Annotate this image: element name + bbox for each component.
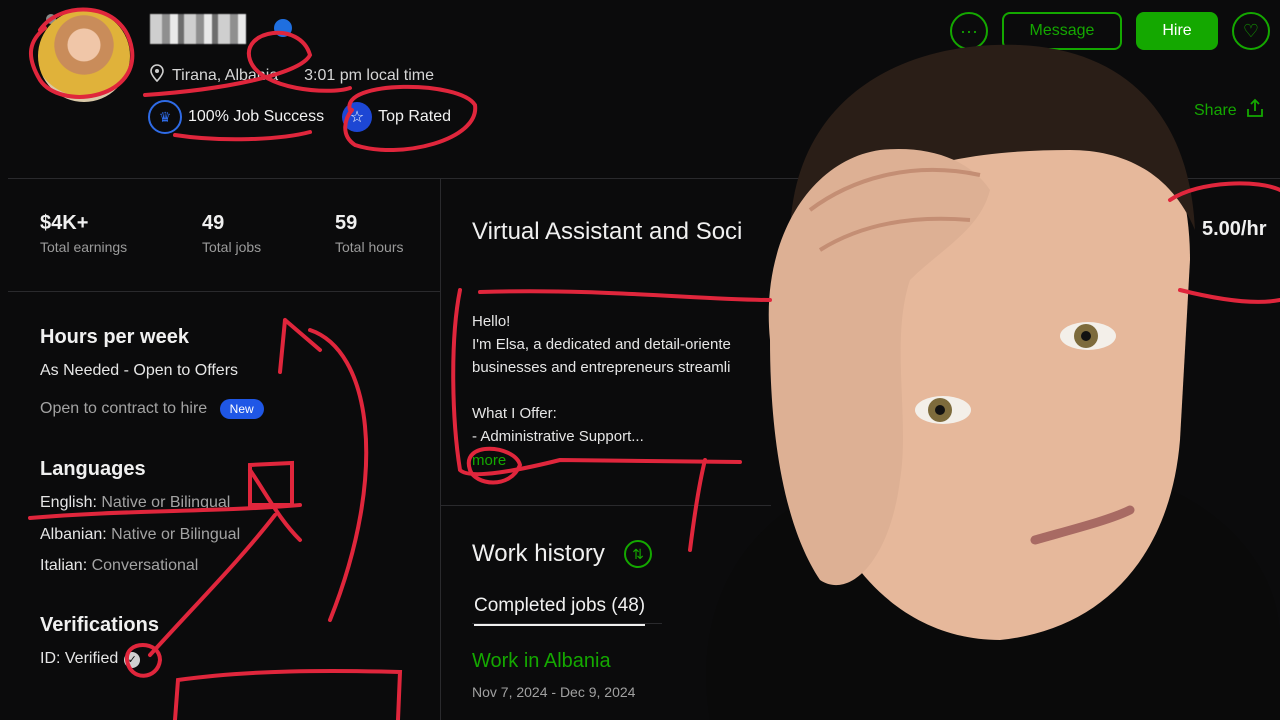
contract-text: Open to contract to hire: [40, 400, 208, 418]
job-dates: Nov 7, 2024 - Dec 9, 2024: [472, 684, 636, 700]
languages-title: Languages: [40, 458, 146, 480]
stat-value: 59: [335, 212, 358, 234]
id-verified: ID: Verified ✓: [40, 650, 141, 668]
more-link[interactable]: more: [472, 452, 506, 469]
tab-completed-jobs[interactable]: Completed jobs (48): [474, 595, 646, 626]
stat-jobs: 49 Total jobs: [202, 212, 261, 255]
job-success-badge: ♛ 100% Job Success: [148, 100, 324, 134]
stat-label: Total hours: [335, 239, 404, 255]
profile-badges: ♛ 100% Job Success ☆ Top Rated: [148, 100, 451, 134]
column-divider: [440, 178, 441, 720]
hours-title: Hours per week: [40, 326, 189, 348]
profile-name-blurred: [150, 14, 246, 44]
stat-value: 49: [202, 212, 225, 234]
verifications-title: Verifications: [40, 614, 159, 636]
avatar[interactable]: [38, 10, 130, 102]
location-row: Tirana, Albania 3:01 pm local time: [150, 64, 434, 87]
new-badge: New: [219, 399, 264, 419]
tabs-underline: [472, 623, 662, 624]
work-history-title: Work history: [472, 540, 605, 567]
stat-label: Total earnings: [40, 239, 128, 255]
location-pin-icon: [150, 64, 164, 87]
language-level: Native or Bilingual: [111, 526, 241, 543]
language-name: Italian:: [40, 557, 88, 574]
crown-icon: ♛: [148, 100, 182, 134]
language-item: English: Native or Bilingual: [40, 494, 230, 512]
stats-divider: [8, 291, 440, 292]
contract-to-hire: Open to contract to hire New: [40, 399, 264, 419]
person-overlay-image: [706, 44, 1280, 720]
star-icon: ☆: [342, 102, 373, 132]
verified-icon: [274, 19, 292, 37]
language-level: Native or Bilingual: [101, 494, 231, 511]
language-level: Conversational: [91, 557, 199, 574]
language-name: Albanian:: [40, 526, 107, 543]
check-icon: ✓: [124, 651, 141, 668]
stat-hours: 59 Total hours: [335, 212, 403, 255]
language-item: Italian: Conversational: [40, 557, 198, 575]
sort-icon[interactable]: ⇅: [624, 540, 652, 568]
language-item: Albanian: Native or Bilingual: [40, 526, 240, 544]
stat-earnings: $4K+ Total earnings: [40, 212, 127, 255]
stat-value: $4K+: [40, 212, 89, 234]
top-rated-text: Top Rated: [378, 108, 452, 125]
location-text: Tirana, Albania: [172, 66, 279, 84]
top-rated-badge: ☆ Top Rated: [342, 102, 451, 132]
job-title-link[interactable]: Work in Albania: [472, 650, 611, 673]
local-time: 3:01 pm local time: [304, 66, 434, 84]
language-name: English:: [40, 494, 97, 511]
hours-value: As Needed - Open to Offers: [40, 362, 239, 379]
id-verified-text: ID: Verified: [40, 650, 119, 667]
stat-label: Total jobs: [202, 239, 262, 255]
job-success-text: 100% Job Success: [188, 108, 325, 125]
